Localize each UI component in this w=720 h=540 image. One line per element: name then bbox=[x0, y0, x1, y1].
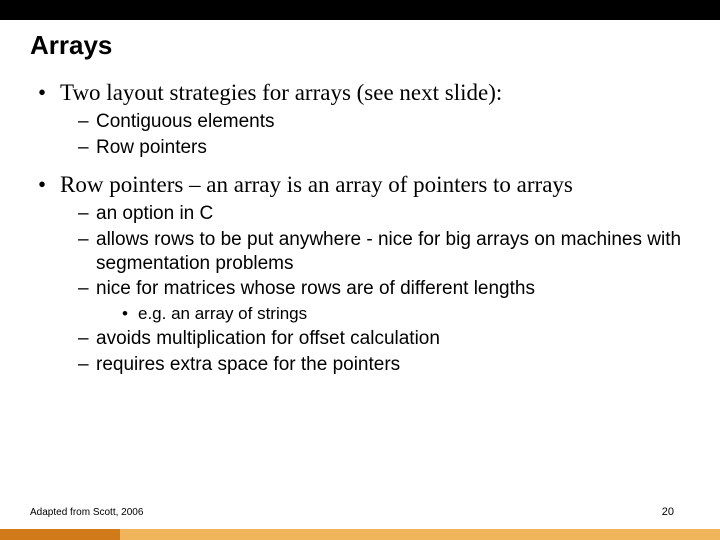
bullet-level3: • e.g. an array of strings bbox=[122, 303, 690, 325]
bottom-accent-bar bbox=[0, 529, 720, 540]
bullet-level2: – allows rows to be put anywhere - nice … bbox=[78, 228, 690, 276]
bullet-dot-icon: • bbox=[38, 171, 60, 200]
accent-light-segment bbox=[120, 529, 720, 540]
dash-icon: – bbox=[78, 202, 96, 226]
bullet-level2: – nice for matrices whose rows are of di… bbox=[78, 277, 690, 301]
bullet-level2: – Contiguous elements bbox=[78, 110, 690, 134]
slide-body: • Two layout strategies for arrays (see … bbox=[0, 79, 720, 377]
bullet-text: e.g. an array of strings bbox=[138, 303, 307, 325]
bullet-text: Two layout strategies for arrays (see ne… bbox=[60, 79, 502, 108]
top-black-bar bbox=[0, 0, 720, 20]
dash-icon: – bbox=[78, 277, 96, 301]
bullet-level2: – avoids multiplication for offset calcu… bbox=[78, 327, 690, 351]
bullet-level2-group: – Contiguous elements – Row pointers bbox=[78, 110, 690, 160]
slide-title: Arrays bbox=[0, 20, 720, 75]
bullet-level3-group: • e.g. an array of strings bbox=[122, 303, 690, 325]
bullet-text: avoids multiplication for offset calcula… bbox=[96, 327, 440, 351]
bullet-text: Row pointers – an array is an array of p… bbox=[60, 171, 573, 200]
bullet-text: an option in C bbox=[96, 202, 213, 226]
bullet-text: requires extra space for the pointers bbox=[96, 353, 400, 377]
bullet-level2: – requires extra space for the pointers bbox=[78, 353, 690, 377]
dash-icon: – bbox=[78, 110, 96, 134]
bullet-text: nice for matrices whose rows are of diff… bbox=[96, 277, 535, 301]
bullet-text: allows rows to be put anywhere - nice fo… bbox=[96, 228, 690, 276]
bullet-text: Row pointers bbox=[96, 136, 207, 160]
accent-dark-segment bbox=[0, 529, 120, 540]
bullet-level2: – an option in C bbox=[78, 202, 690, 226]
bullet-dot-icon: • bbox=[122, 303, 138, 325]
bullet-level2-group: – avoids multiplication for offset calcu… bbox=[78, 327, 690, 377]
dash-icon: – bbox=[78, 327, 96, 351]
bullet-level2-group: – an option in C – allows rows to be put… bbox=[78, 202, 690, 301]
bullet-level1: • Two layout strategies for arrays (see … bbox=[38, 79, 690, 108]
dash-icon: – bbox=[78, 353, 96, 377]
page-number: 20 bbox=[662, 506, 674, 518]
bullet-level2: – Row pointers bbox=[78, 136, 690, 160]
footer-attribution: Adapted from Scott, 2006 bbox=[30, 507, 143, 518]
dash-icon: – bbox=[78, 228, 96, 276]
bullet-level1: • Row pointers – an array is an array of… bbox=[38, 171, 690, 200]
bullet-text: Contiguous elements bbox=[96, 110, 275, 134]
bullet-dot-icon: • bbox=[38, 79, 60, 108]
dash-icon: – bbox=[78, 136, 96, 160]
